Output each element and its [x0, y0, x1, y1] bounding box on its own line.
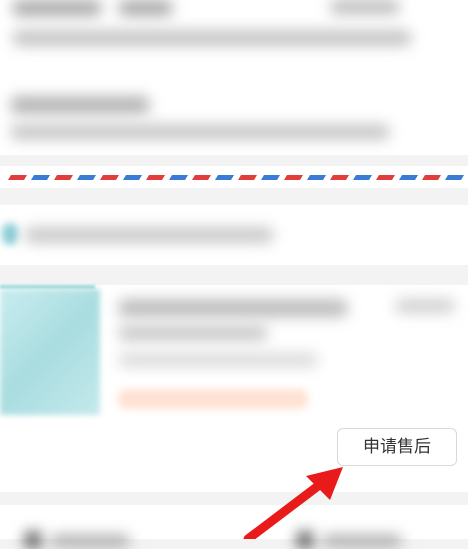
airmail-stripe [8, 175, 464, 180]
airmail-dash [54, 175, 73, 180]
product-thumbnail[interactable] [0, 289, 100, 415]
airmail-dash [169, 175, 188, 180]
blurred-text [118, 0, 173, 16]
airmail-dash [330, 175, 349, 180]
airmail-dash [261, 175, 280, 180]
product-item[interactable] [0, 285, 468, 420]
blurred-text [118, 353, 318, 367]
blurred-text [10, 96, 150, 114]
airmail-dash [376, 175, 395, 180]
airmail-dash [100, 175, 119, 180]
blurred-text [330, 0, 400, 14]
order-action-row: 申请售后 [0, 420, 468, 492]
blurred-text [118, 325, 268, 341]
airmail-dash [215, 175, 234, 180]
airmail-dash [284, 175, 303, 180]
airmail-dash [8, 175, 27, 180]
airmail-dash [399, 175, 418, 180]
airmail-divider [0, 166, 468, 188]
airmail-dash [238, 175, 257, 180]
blurred-text [10, 124, 390, 140]
blurred-text [395, 299, 455, 313]
airmail-dash [192, 175, 211, 180]
bottom-section [0, 505, 468, 549]
product-tag [118, 389, 308, 409]
airmail-dash [422, 175, 441, 180]
address-section[interactable] [0, 0, 468, 155]
airmail-dash [31, 175, 50, 180]
blurred-text [12, 0, 102, 16]
blurred-icon [296, 531, 314, 549]
airmail-dash [123, 175, 142, 180]
blurred-text [12, 30, 412, 46]
blurred-text [24, 227, 274, 243]
store-section[interactable] [0, 205, 468, 265]
airmail-dash [146, 175, 165, 180]
airmail-dash [77, 175, 96, 180]
airmail-dash [445, 175, 464, 180]
airmail-dash [307, 175, 326, 180]
blurred-text [118, 299, 348, 317]
blurred-icon [24, 531, 42, 549]
blurred-text [322, 535, 402, 547]
store-icon [2, 223, 18, 245]
airmail-dash [353, 175, 372, 180]
apply-after-sale-button[interactable]: 申请售后 [337, 428, 457, 466]
blurred-text [50, 535, 130, 547]
